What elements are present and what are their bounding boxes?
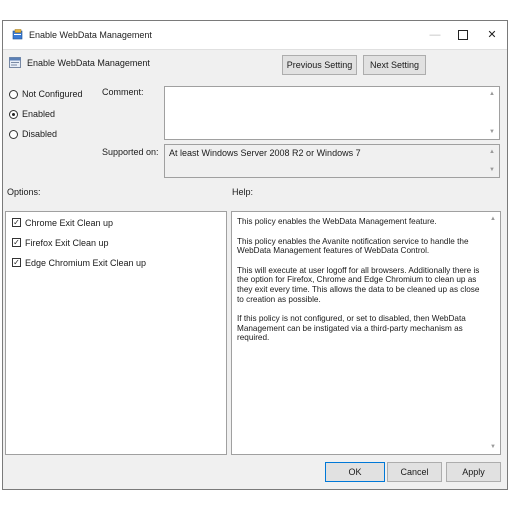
setting-icon: [9, 57, 21, 68]
window-title: Enable WebData Management: [29, 30, 152, 40]
checkbox[interactable]: ✓: [12, 258, 21, 267]
checkbox[interactable]: ✓: [12, 238, 21, 247]
checkbox[interactable]: ✓: [12, 218, 21, 227]
option-label: Firefox Exit Clean up: [25, 238, 109, 248]
policy-dialog: Enable WebData Management — ✕ Enable Web…: [2, 20, 508, 490]
minimize-button[interactable]: —: [421, 25, 449, 45]
help-label: Help:: [232, 187, 254, 197]
help-paragraph: If this policy is not configured, or set…: [237, 314, 466, 343]
maximize-button[interactable]: [449, 25, 477, 45]
scroll-down-arrow-icon[interactable]: ▼: [489, 443, 497, 451]
radio-button[interactable]: [9, 110, 18, 119]
minimize-icon: —: [429, 29, 441, 41]
scroll-up-arrow-icon[interactable]: ▲: [488, 90, 496, 98]
scroll-up-arrow-icon[interactable]: ▲: [488, 148, 496, 156]
previous-setting-button[interactable]: Previous Setting: [282, 55, 357, 75]
cancel-button[interactable]: Cancel: [387, 462, 442, 482]
radio-label: Enabled: [22, 109, 56, 119]
setting-name: Enable WebData Management: [27, 58, 150, 68]
help-paragraph: This policy enables the Avanite notifica…: [237, 236, 469, 256]
maximize-icon: [458, 30, 468, 41]
title-bar[interactable]: Enable WebData Management — ✕: [3, 21, 507, 50]
radio-label: Disabled: [22, 129, 58, 139]
scroll-down-arrow-icon[interactable]: ▼: [488, 166, 496, 174]
radio-button[interactable]: [9, 130, 18, 139]
supported-on-field: At least Windows Server 2008 R2 or Windo…: [164, 144, 500, 178]
help-panel[interactable]: This policy enables the WebData Manageme…: [231, 211, 501, 455]
radio-button[interactable]: [9, 90, 18, 99]
policy-icon: [12, 29, 23, 40]
supported-on-value: At least Windows Server 2008 R2 or Windo…: [169, 148, 361, 158]
option-label: Chrome Exit Clean up: [25, 218, 114, 228]
options-panel: ✓ Chrome Exit Clean up ✓ Firefox Exit Cl…: [5, 211, 227, 455]
apply-button[interactable]: Apply: [446, 462, 501, 482]
options-label: Options:: [7, 187, 41, 197]
option-label: Edge Chromium Exit Clean up: [25, 258, 147, 268]
comment-field[interactable]: ▲ ▼: [164, 86, 500, 140]
help-paragraph: This policy enables the WebData Manageme…: [237, 217, 437, 226]
help-text: This policy enables the WebData Manageme…: [237, 217, 485, 353]
scroll-up-arrow-icon[interactable]: ▲: [489, 215, 497, 223]
ok-button[interactable]: OK: [325, 462, 385, 482]
supported-on-label: Supported on:: [102, 147, 159, 157]
close-icon: ✕: [487, 29, 497, 41]
next-setting-button[interactable]: Next Setting: [363, 55, 426, 75]
close-button[interactable]: ✕: [478, 25, 506, 45]
help-paragraph: This will execute at user logoff for all…: [237, 265, 480, 304]
scroll-down-arrow-icon[interactable]: ▼: [488, 128, 496, 136]
radio-label: Not Configured: [22, 89, 83, 99]
comment-label: Comment:: [102, 87, 144, 97]
